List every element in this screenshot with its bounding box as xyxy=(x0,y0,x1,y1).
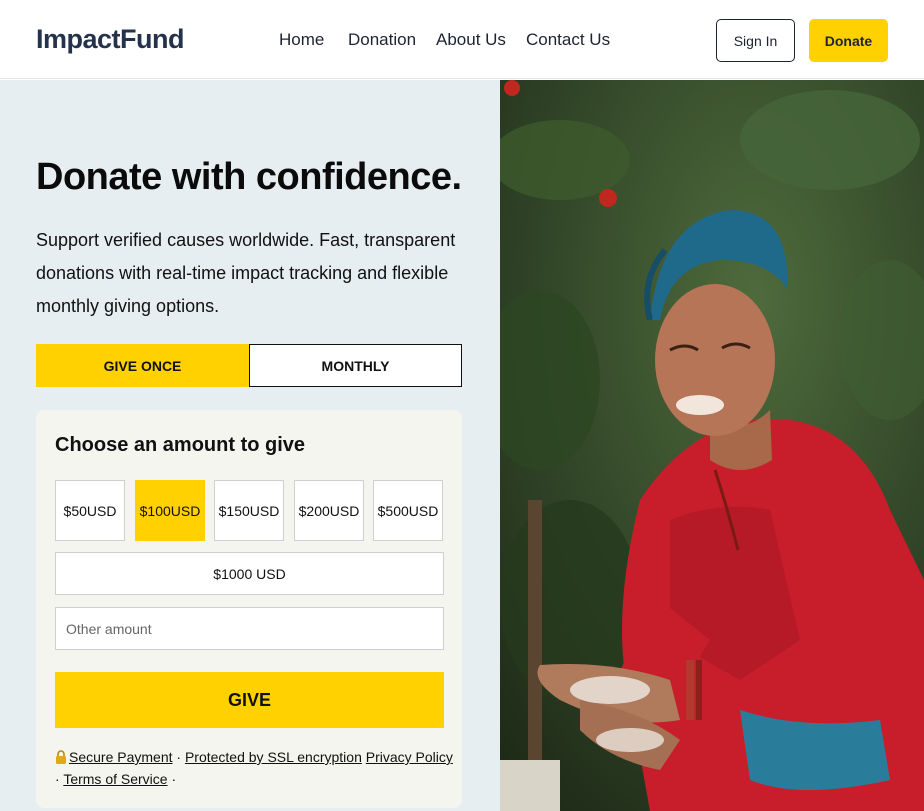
ssl-link[interactable]: Protected by SSL encryption xyxy=(185,749,362,765)
privacy-policy-link[interactable]: Privacy Policy xyxy=(366,749,453,765)
separator: · xyxy=(171,771,177,787)
terms-of-service-link[interactable]: Terms of Service xyxy=(63,771,167,787)
other-amount-input[interactable] xyxy=(55,607,444,650)
amount-value: $50 xyxy=(63,502,87,519)
hero-photo xyxy=(500,80,924,811)
secure-payment-notice: Secure Payment · Protected by SSL encryp… xyxy=(55,747,455,789)
site-header: ImpactFund Home Donation About Us Contac… xyxy=(0,0,924,79)
lock-icon xyxy=(55,749,67,769)
amount-option-150[interactable]: $150 USD xyxy=(214,480,284,541)
amount-option-1000[interactable]: $1000 USD xyxy=(55,552,444,595)
amount-currency: USD xyxy=(170,502,201,519)
amount-currency: USD xyxy=(329,502,360,519)
give-button[interactable]: GIVE xyxy=(55,672,444,728)
amount-value: $500 xyxy=(377,502,409,519)
separator: · xyxy=(176,749,182,765)
amount-currency: USD xyxy=(86,502,117,519)
amount-value: $200 xyxy=(298,502,330,519)
amount-option-200[interactable]: $200 USD xyxy=(294,480,364,541)
nav-donation-link[interactable]: Donation xyxy=(348,30,416,50)
nav-home-link[interactable]: Home xyxy=(279,30,324,50)
amount-heading: Choose an amount to give xyxy=(55,434,306,456)
amount-value: $150 xyxy=(218,502,250,519)
amount-option-50[interactable]: $50 USD xyxy=(55,480,125,541)
hero-description: Support verified causes worldwide. Fast,… xyxy=(36,230,456,316)
amount-option-100[interactable]: $100 USD xyxy=(135,480,205,541)
brand-logo[interactable]: ImpactFund xyxy=(36,24,185,55)
separator: · xyxy=(55,771,60,787)
secure-payment-link[interactable]: Secure Payment xyxy=(69,749,173,765)
donate-header-button[interactable]: Donate xyxy=(809,19,888,62)
tab-give-once[interactable]: GIVE ONCE xyxy=(36,344,249,387)
amount-currency: USD xyxy=(249,502,280,519)
sign-in-button[interactable]: Sign In xyxy=(716,19,795,62)
amount-value: $100 xyxy=(139,502,171,519)
nav-contact-link[interactable]: Contact Us xyxy=(526,30,610,50)
nav-about-link[interactable]: About Us xyxy=(436,30,506,50)
amount-currency: USD xyxy=(408,502,439,519)
amount-option-500[interactable]: $500 USD xyxy=(373,480,443,541)
tab-monthly[interactable]: MONTHLY xyxy=(249,344,462,387)
hero-title: Donate with confidence. xyxy=(36,156,462,198)
